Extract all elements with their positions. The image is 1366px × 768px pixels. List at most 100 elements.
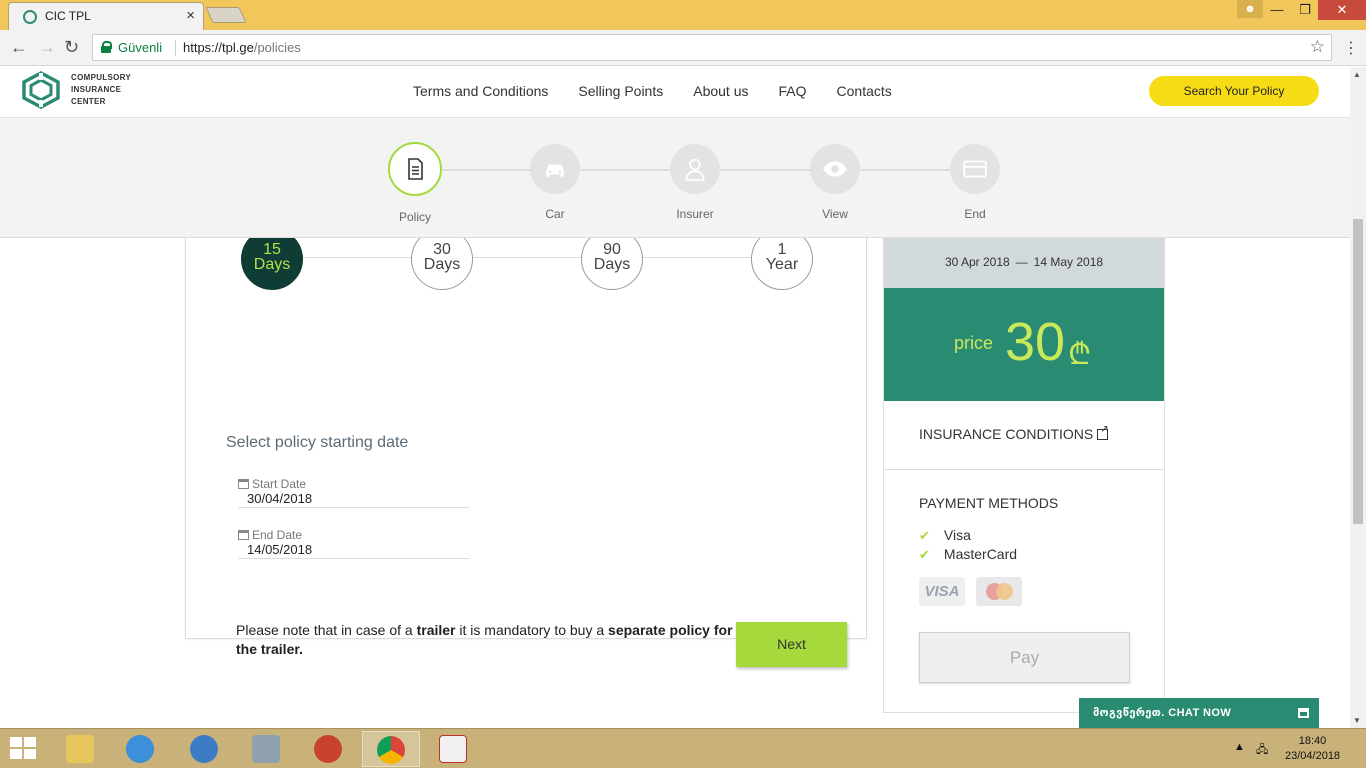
restore-window-button[interactable]: ❐ <box>1290 0 1320 20</box>
logo-text[interactable]: COMPULSORY INSURANCE CENTER <box>71 72 131 108</box>
cic-logo-icon[interactable] <box>20 71 62 109</box>
duration-line <box>272 257 782 258</box>
next-button[interactable]: Next <box>736 622 847 667</box>
url-text[interactable]: https://tpl.ge/policies <box>183 40 301 55</box>
system-clock[interactable]: 18:40 23/04/2018 <box>1285 734 1340 764</box>
start-date-input[interactable]: 30/04/2018 <box>238 491 469 507</box>
payment-method-label: Visa <box>943 527 971 543</box>
taskbar-chrome[interactable] <box>362 731 420 767</box>
folder-icon <box>66 735 94 763</box>
chat-widget[interactable]: მოგვწერეთ. CHAT NOW <box>1079 698 1319 728</box>
main-nav: Terms and Conditions Selling Points Abou… <box>413 83 922 99</box>
taskbar-calculator[interactable] <box>238 731 296 767</box>
address-bar[interactable]: Güvenli https://tpl.ge/policies ☆ <box>92 34 1332 61</box>
calendar-icon <box>238 530 249 540</box>
end-date-field[interactable]: End Date 14/05/2018 <box>238 528 469 559</box>
policy-card: 15 Days 30 Days 90 Days 1 Year Select po… <box>185 187 867 667</box>
taskbar-internet-explorer[interactable] <box>112 731 170 767</box>
logo-line: COMPULSORY <box>71 73 132 82</box>
start-date-label-row: Start Date <box>238 477 469 491</box>
duration-unit: Days <box>253 256 291 273</box>
taskbar-pdf-reader[interactable] <box>425 731 483 767</box>
scroll-down-arrow-icon[interactable]: ▼ <box>1353 716 1361 725</box>
scroll-up-arrow-icon[interactable]: ▲ <box>1353 70 1361 79</box>
chat-minimize-icon[interactable] <box>1298 708 1309 718</box>
search-policy-button[interactable]: Search Your Policy <box>1149 76 1319 106</box>
note-text: Please note that in case of a <box>236 622 417 638</box>
pay-button[interactable]: Pay <box>919 632 1130 683</box>
document-icon <box>408 158 423 180</box>
forward-arrow-icon[interactable]: → <box>38 37 56 58</box>
step-circle[interactable] <box>530 144 580 194</box>
note-bold: trailer <box>416 622 456 638</box>
url-host: https://tpl.ge <box>183 40 254 55</box>
windows-taskbar: ▲ 🖧 18:40 23/04/2018 <box>0 728 1366 768</box>
step-circle[interactable] <box>950 144 1000 194</box>
start-date-label: Start Date <box>252 477 307 491</box>
close-window-button[interactable]: ✕ <box>1318 0 1366 20</box>
eye-icon <box>823 161 847 177</box>
browser-menu-icon[interactable]: ⋮ <box>1343 38 1359 58</box>
page-viewport: COMPULSORY INSURANCE CENTER Terms and Co… <box>0 67 1350 728</box>
insurance-conditions-link[interactable]: INSURANCE CONDITIONS <box>919 424 1109 442</box>
payment-methods-heading: PAYMENT METHODS <box>919 495 1059 511</box>
price-box: price 30 ₾ <box>884 288 1164 401</box>
globe-icon <box>190 735 218 763</box>
nav-about-link[interactable]: About us <box>693 83 748 99</box>
card-icon <box>963 160 987 178</box>
clock-date: 23/04/2018 <box>1285 750 1341 762</box>
minimize-window-button[interactable]: — <box>1262 0 1292 20</box>
windows-start-icon[interactable] <box>10 737 38 761</box>
nav-contacts-link[interactable]: Contacts <box>837 83 892 99</box>
duration-number: 1 <box>777 241 787 258</box>
end-date-label: End Date <box>252 528 303 542</box>
calculator-icon <box>252 735 280 763</box>
nav-terms-link[interactable]: Terms and Conditions <box>413 83 548 99</box>
mastercard-logo-icon <box>976 577 1022 606</box>
step-label: Car <box>545 207 565 221</box>
address-separator <box>175 40 176 56</box>
site-header: COMPULSORY INSURANCE CENTER Terms and Co… <box>0 67 1350 117</box>
site-favicon-icon <box>23 10 37 24</box>
lock-icon[interactable] <box>101 41 112 53</box>
step-label: Insurer <box>676 207 714 221</box>
reload-icon[interactable]: ↻ <box>64 37 79 58</box>
browser-tab[interactable]: CIC TPL × <box>8 2 204 30</box>
duration-number: 15 <box>263 241 281 258</box>
tab-close-icon[interactable]: × <box>186 7 195 24</box>
nav-selling-points-link[interactable]: Selling Points <box>578 83 663 99</box>
start-date-field[interactable]: Start Date 30/04/2018 <box>238 477 469 508</box>
mastercard-circle-right <box>996 583 1013 600</box>
internet-explorer-icon <box>126 735 154 763</box>
taskbar-file-explorer[interactable] <box>52 731 110 767</box>
date-section-heading: Select policy starting date <box>226 434 409 451</box>
step-circle[interactable] <box>388 142 442 196</box>
price-label: price <box>954 333 994 353</box>
taskbar-app[interactable] <box>300 731 358 767</box>
network-icon[interactable]: 🖧 <box>1256 741 1268 760</box>
end-date-input[interactable]: 14/05/2018 <box>238 542 469 558</box>
nav-faq-link[interactable]: FAQ <box>779 83 807 99</box>
chrome-icon <box>377 736 405 764</box>
progress-stepper: Policy Car Insurer View End <box>0 117 1350 238</box>
page-scrollbar[interactable]: ▲ ▼ <box>1350 67 1366 728</box>
duration-unit: Days <box>593 256 631 273</box>
payment-method-item: ✔ Visa <box>919 527 971 544</box>
logo-line: INSURANCE <box>71 85 122 94</box>
check-icon: ✔ <box>919 547 930 562</box>
new-tab-button[interactable] <box>205 7 247 23</box>
step-label: Policy <box>398 210 431 224</box>
conditions-link-label: INSURANCE CONDITIONS <box>919 426 1094 442</box>
tray-expand-icon[interactable]: ▲ <box>1234 741 1245 753</box>
scroll-thumb[interactable] <box>1353 219 1363 524</box>
step-circle[interactable] <box>810 144 860 194</box>
summary-card: 30 Apr 2018 — 14 May 2018 price 30 ₾ INSUR… <box>883 187 1165 713</box>
note-text: it is mandatory to buy a <box>455 622 609 638</box>
taskbar-globe-app[interactable] <box>176 731 234 767</box>
back-arrow-icon[interactable]: ← <box>10 37 28 58</box>
user-profile-icon[interactable]: ☻ <box>1237 0 1263 18</box>
chat-label: მოგვწერეთ. CHAT NOW <box>1093 707 1232 719</box>
secure-label[interactable]: Güvenli <box>118 40 162 55</box>
bookmark-star-icon[interactable]: ☆ <box>1310 37 1325 57</box>
step-circle[interactable] <box>670 144 720 194</box>
